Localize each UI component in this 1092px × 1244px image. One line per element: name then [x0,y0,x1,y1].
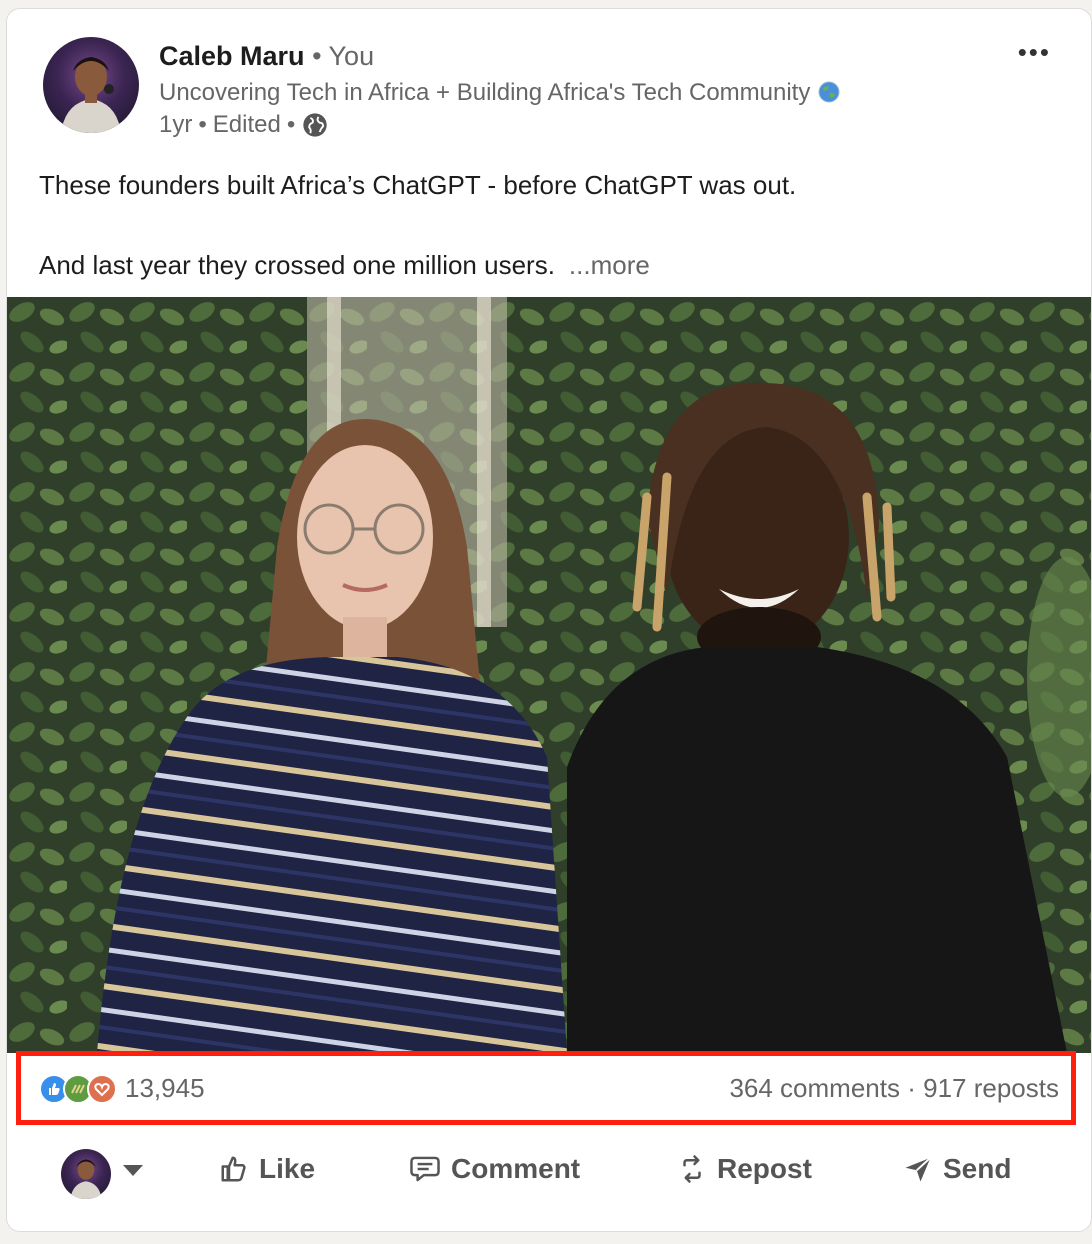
meta-separator-1: • [198,111,207,138]
like-label: Like [259,1153,316,1184]
social-counts-bar: 13,945 364 comments · 917 reposts [7,1051,1091,1129]
globe-icon [303,113,327,137]
reposts-count[interactable]: 917 reposts [923,1073,1059,1103]
comment-button[interactable]: Comment [409,1153,580,1185]
post-body: These founders built Africa’s ChatGPT - … [39,165,796,285]
post-image[interactable] [7,297,1091,1053]
headline-text: Uncovering Tech in Africa + Building Afr… [159,79,811,106]
post-meta: 1yr • Edited • [159,111,329,139]
post-card: Caleb Maru • You Uncovering Tech in Afri… [6,8,1092,1232]
comments-reposts: 364 comments · 917 reposts [729,1073,1059,1104]
reaction-count: 13,945 [125,1073,205,1103]
more-options-icon[interactable]: ••• [1018,37,1051,68]
earth-emoji-icon [818,81,840,103]
action-bar: Like Comment Repost Send [7,1139,1091,1213]
avatar-portrait [61,57,121,133]
post-text-line-2: And last year they crossed one million u… [39,245,796,285]
like-button[interactable]: Like [219,1153,315,1185]
comments-count[interactable]: 364 comments [729,1073,900,1103]
counts-separator: · [907,1073,916,1103]
comment-icon [410,1156,440,1182]
comment-label: Comment [451,1153,581,1184]
author-line: Caleb Maru • You [159,41,374,72]
reactions-summary[interactable]: 13,945 [39,1073,205,1104]
actor-avatar[interactable] [61,1149,111,1199]
author-name[interactable]: Caleb Maru [159,41,305,71]
repost-icon [683,1155,701,1183]
post-time[interactable]: 1yr [159,111,192,139]
chevron-down-icon[interactable] [123,1165,143,1176]
post-text-line-1: These founders built Africa’s ChatGPT - … [39,170,797,200]
meta-separator-2: • [286,111,296,138]
send-label: Send [943,1153,1012,1184]
author-relation: You [328,41,375,71]
send-icon [905,1157,932,1182]
repost-button[interactable]: Repost [677,1153,812,1185]
author-separator: • [312,41,322,71]
repost-label: Repost [717,1153,812,1184]
author-headline: Uncovering Tech in Africa + Building Afr… [159,79,841,107]
author-avatar[interactable] [43,37,139,133]
thumbs-up-icon [221,1156,246,1182]
post-edited: Edited [212,111,281,138]
actor-avatar-portrait [70,1159,102,1199]
post-photo-illustration [7,297,1091,1053]
see-more-link[interactable]: ...more [569,250,650,280]
post-text-line-2-content: And last year they crossed one million u… [39,250,555,280]
send-button[interactable]: Send [903,1153,1011,1185]
love-icon [87,1073,117,1104]
